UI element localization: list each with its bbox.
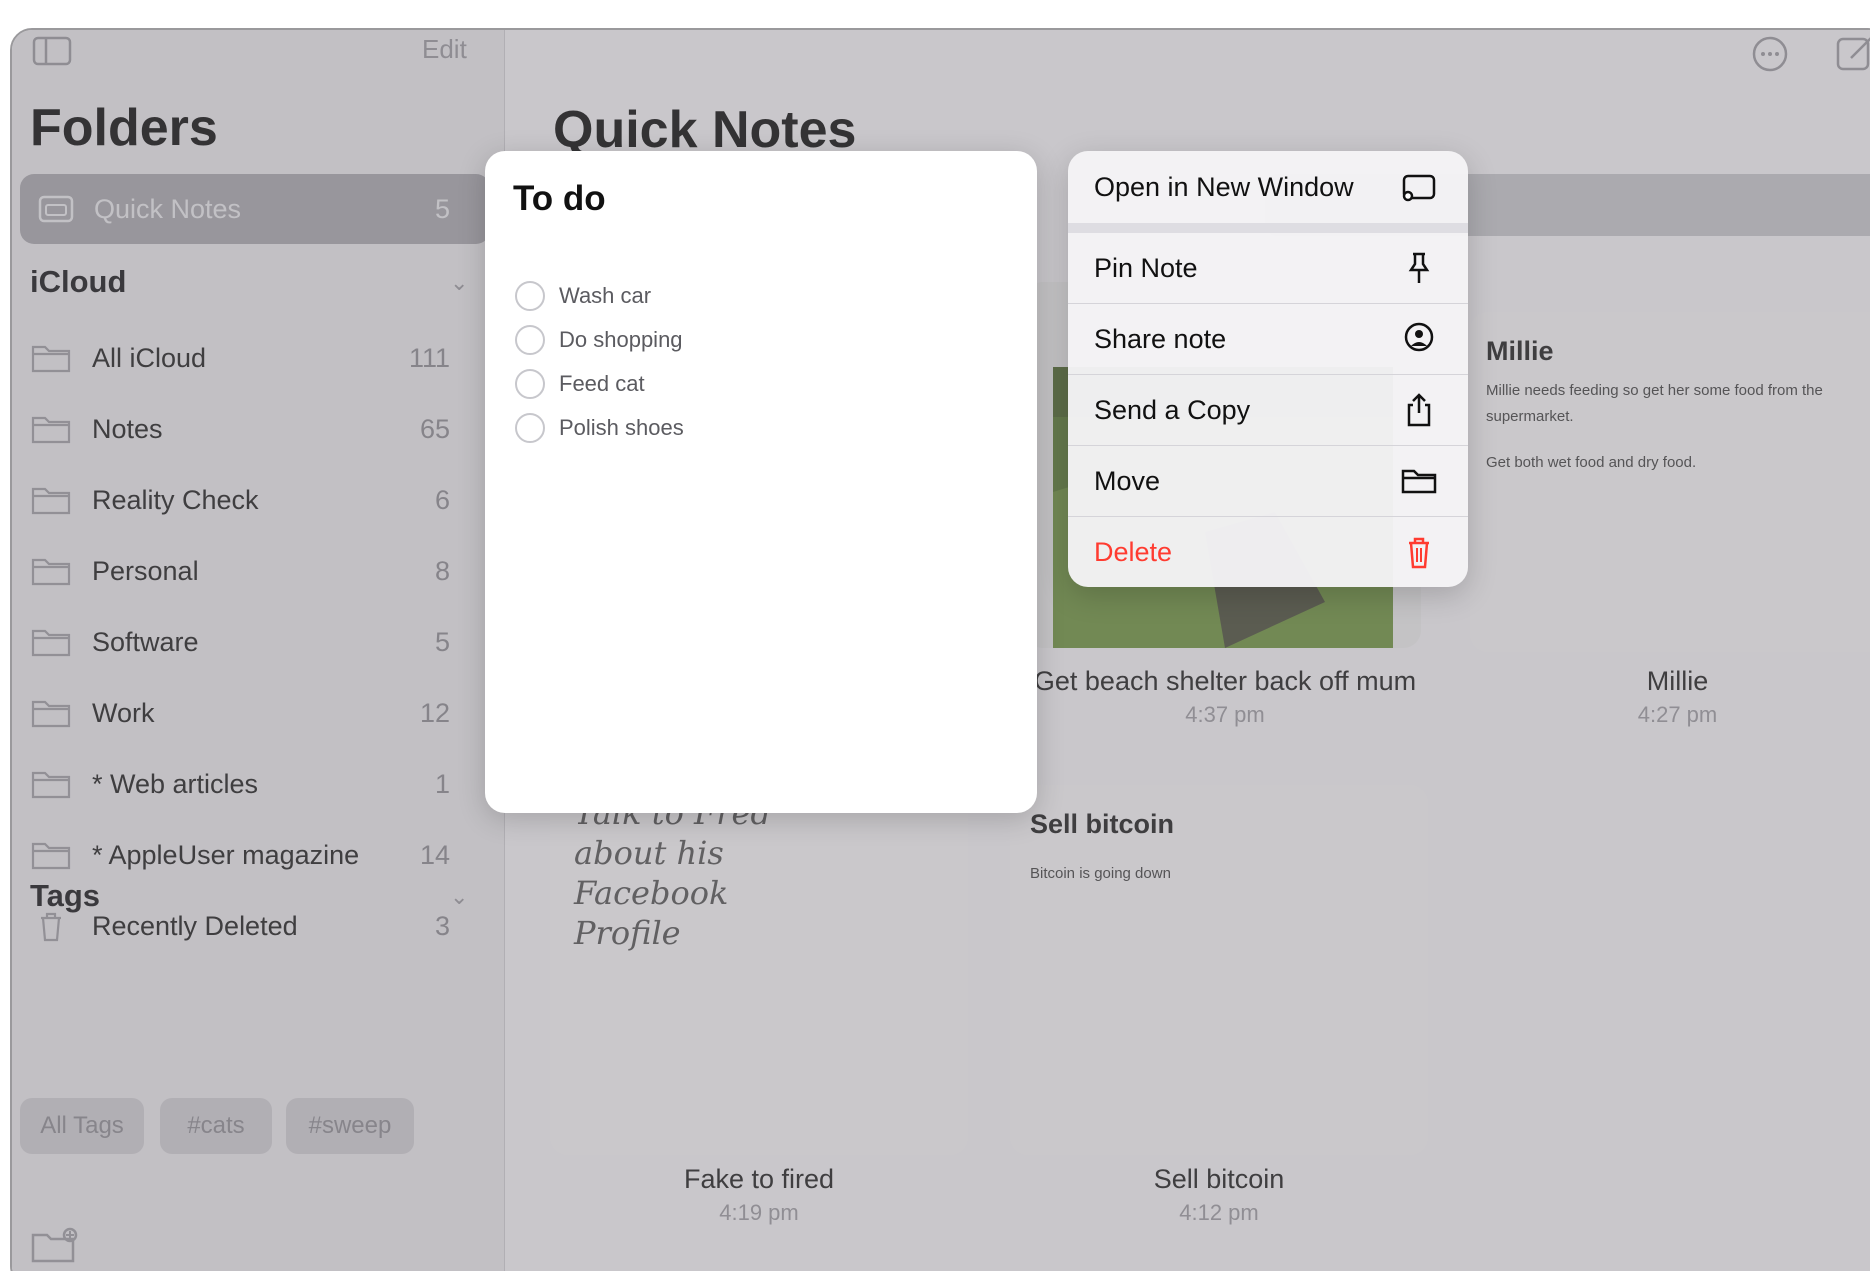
- checkbox-icon: [515, 281, 545, 311]
- menu-item-share-note[interactable]: Share note: [1068, 303, 1468, 374]
- note-preview-card: To do Wash car Do shopping Feed cat Poli…: [485, 151, 1037, 813]
- new-window-icon: [1402, 174, 1436, 202]
- checklist-text: Feed cat: [559, 371, 645, 396]
- checkbox-icon: [515, 369, 545, 399]
- checklist-item: Do shopping: [515, 325, 683, 355]
- share-icon: [1407, 393, 1431, 427]
- pin-icon: [1408, 252, 1430, 283]
- trash-icon: [1409, 537, 1429, 569]
- checklist-item: Wash car: [515, 281, 651, 311]
- share-person-icon: [1404, 322, 1434, 352]
- menu-item-pin-note[interactable]: Pin Note: [1068, 223, 1468, 303]
- menu-item-label: Open in New Window: [1094, 171, 1354, 202]
- notes-app-window: Edit Folders Quick Notes 5 iCloud ⌄ Tags…: [10, 28, 1870, 1271]
- preview-title: To do: [513, 179, 606, 218]
- checklist-item: Polish shoes: [515, 413, 684, 443]
- menu-item-label: Send a Copy: [1094, 394, 1251, 425]
- checklist-text: Wash car: [559, 283, 652, 308]
- menu-item-delete[interactable]: Delete: [1068, 516, 1468, 587]
- checkbox-icon: [515, 325, 545, 355]
- menu-item-label: Move: [1094, 465, 1161, 496]
- menu-item-open-new-window[interactable]: Open in New Window: [1068, 151, 1468, 223]
- menu-item-send-copy[interactable]: Send a Copy: [1068, 374, 1468, 445]
- menu-item-move[interactable]: Move: [1068, 445, 1468, 516]
- checkbox-icon: [515, 413, 545, 443]
- menu-item-label: Delete: [1094, 536, 1173, 567]
- checklist-text: Polish shoes: [559, 415, 684, 440]
- menu-item-label: Share note: [1094, 323, 1227, 354]
- folder-icon: [1401, 469, 1437, 494]
- checklist-item: Feed cat: [515, 369, 645, 399]
- menu-item-label: Pin Note: [1094, 252, 1198, 283]
- context-menu: Open in New Window Pin Note Share note S…: [1068, 151, 1468, 587]
- checklist-text: Do shopping: [559, 327, 683, 352]
